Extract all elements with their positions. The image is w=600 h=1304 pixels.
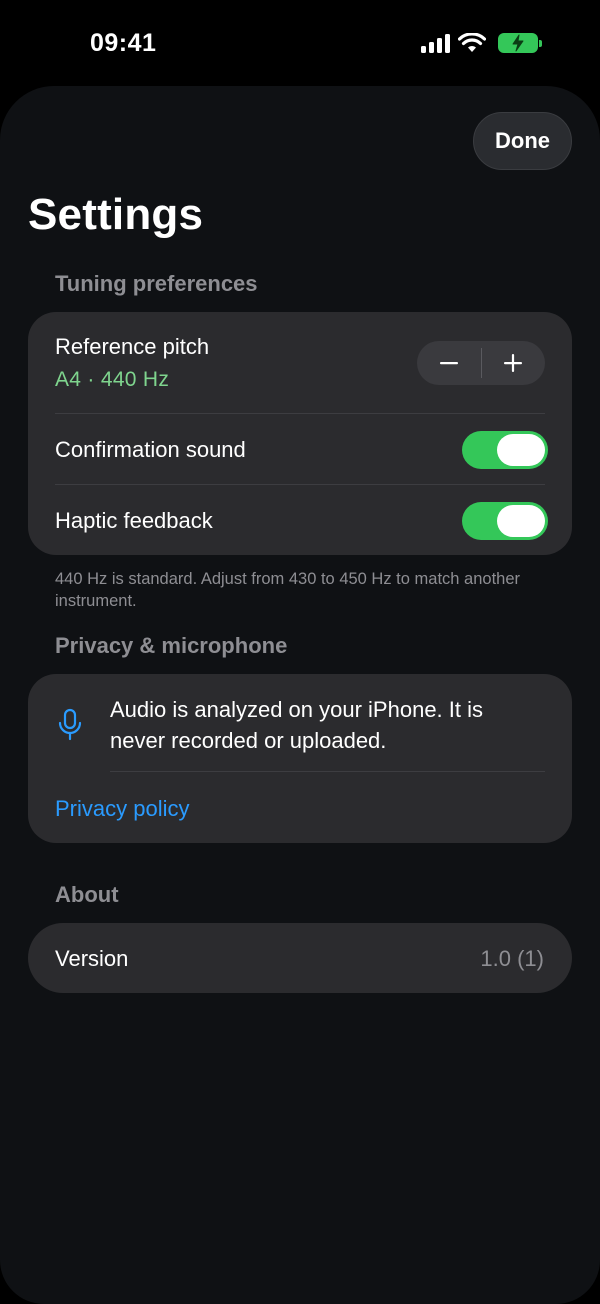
version-value: 1.0 (1) xyxy=(480,946,544,971)
minus-icon xyxy=(439,362,458,365)
done-button[interactable]: Done xyxy=(473,112,572,170)
privacy-description: Audio is analyzed on your iPhone. It is … xyxy=(110,697,484,753)
section-header-privacy: Privacy & microphone xyxy=(55,633,288,658)
decrement-button[interactable] xyxy=(417,341,481,385)
divider xyxy=(55,484,545,485)
reference-pitch-stepper[interactable] xyxy=(417,341,545,385)
reference-pitch-value: A4 · 440 Hz xyxy=(55,368,170,391)
plus-icon xyxy=(504,354,523,372)
about-card: Version 1.0 (1) xyxy=(28,923,572,993)
section-header-tuning: Tuning preferences xyxy=(55,271,258,296)
tuning-card: Reference pitch A4 · 440 Hz Confirmation… xyxy=(28,312,572,555)
increment-button[interactable] xyxy=(482,341,546,385)
version-label: Version xyxy=(55,946,129,971)
confirmation-sound-toggle[interactable] xyxy=(462,431,548,469)
privacy-card: Audio is analyzed on your iPhone. It is … xyxy=(28,674,572,843)
tuning-footnote: 440 Hz is standard. Adjust from 430 to 4… xyxy=(55,570,521,610)
status-bar: 09:41 xyxy=(0,0,600,86)
confirmation-sound-label: Confirmation sound xyxy=(55,437,246,462)
toggle-knob xyxy=(497,505,545,537)
cellular-signal-icon xyxy=(421,33,450,53)
microphone-icon xyxy=(58,708,82,741)
battery-charging-icon xyxy=(498,33,542,53)
reference-pitch-label: Reference pitch xyxy=(55,334,210,359)
settings-sheet: Done Settings Tuning preferences Referen… xyxy=(0,86,600,1304)
toggle-knob xyxy=(497,434,545,466)
page-title: Settings xyxy=(28,190,204,239)
status-icons xyxy=(421,33,542,53)
haptic-feedback-toggle[interactable] xyxy=(462,502,548,540)
status-time: 09:41 xyxy=(90,29,157,57)
haptic-feedback-label: Haptic feedback xyxy=(55,508,213,533)
wifi-icon xyxy=(458,33,486,52)
divider xyxy=(55,413,545,414)
section-header-about: About xyxy=(55,882,119,907)
privacy-policy-link[interactable]: Privacy policy xyxy=(55,796,189,822)
divider xyxy=(110,771,545,772)
